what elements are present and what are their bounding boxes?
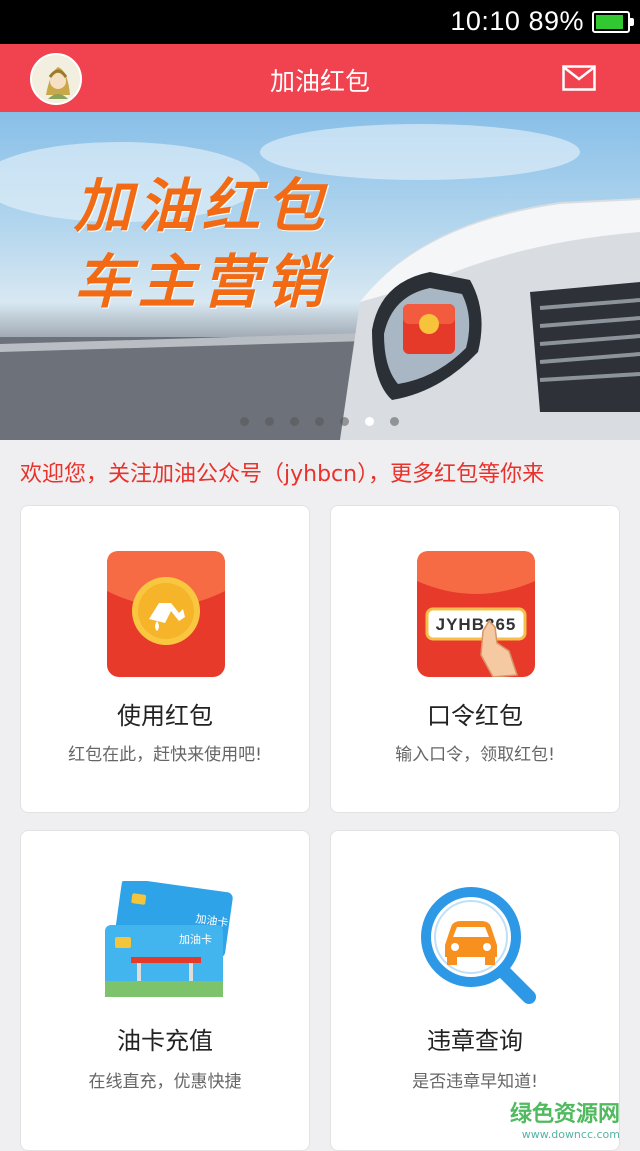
fuel-card-icon: 加油卡 加油卡 (105, 881, 233, 997)
battery-icon (592, 11, 634, 33)
carousel-dot[interactable] (315, 417, 324, 426)
card-desc: 在线直充，优惠快捷 (88, 1072, 242, 1092)
card-title: 口令红包 (427, 702, 523, 730)
carousel-dot[interactable] (340, 417, 349, 426)
password-red-packet-card[interactable]: JYHB365 口令红包 输入口令，领取红包! (330, 505, 620, 813)
promo-banner[interactable]: 加油红包 车主营销 (0, 112, 640, 440)
card-desc: 是否违章早知道! (412, 1072, 538, 1092)
carousel-dot[interactable] (365, 417, 374, 426)
app-header: 加油红包 (0, 44, 640, 112)
status-bar: 10:10 89% (0, 0, 640, 44)
red-packet-icon (107, 551, 225, 677)
use-red-packet-card[interactable]: 使用红包 红包在此，赶快来使用吧! (20, 505, 310, 813)
search-car-icon (421, 887, 536, 1004)
card-title: 违章查询 (427, 1027, 523, 1055)
header-title: 加油红包 (269, 67, 370, 96)
carousel-dot[interactable] (390, 417, 399, 426)
card-title: 使用红包 (117, 702, 213, 730)
banner-slogan-line1: 加油红包 (74, 172, 331, 240)
carousel-dot[interactable] (290, 417, 299, 426)
password-packet-icon: JYHB365 (417, 551, 535, 677)
card-desc: 输入口令，领取红包! (395, 745, 555, 765)
banner-slogan: 加油红包 车主营销 (74, 168, 330, 320)
carousel-dot[interactable] (240, 417, 249, 426)
mail-icon[interactable] (562, 65, 596, 91)
banner-slogan-line2: 车主营销 (74, 248, 331, 316)
status-time: 10:10 89% (450, 6, 584, 36)
site-watermark: 绿色资源网 www.downcc.com (509, 1102, 620, 1141)
svg-text:加油卡: 加油卡 (179, 932, 212, 946)
carousel-indicator[interactable] (240, 411, 415, 426)
carousel-dot[interactable] (265, 417, 274, 426)
card-title: 油卡充值 (117, 1027, 213, 1055)
fuel-card-recharge-card[interactable]: 加油卡 加油卡 油卡充值 在线直充，优惠快捷 (20, 830, 310, 1151)
welcome-notice: 欢迎您，关注加油公众号（jyhbcn），更多红包等你来 (20, 462, 545, 487)
card-desc: 红包在此，赶快来使用吧! (68, 745, 262, 765)
packet-code: JYHB365 (436, 615, 517, 634)
